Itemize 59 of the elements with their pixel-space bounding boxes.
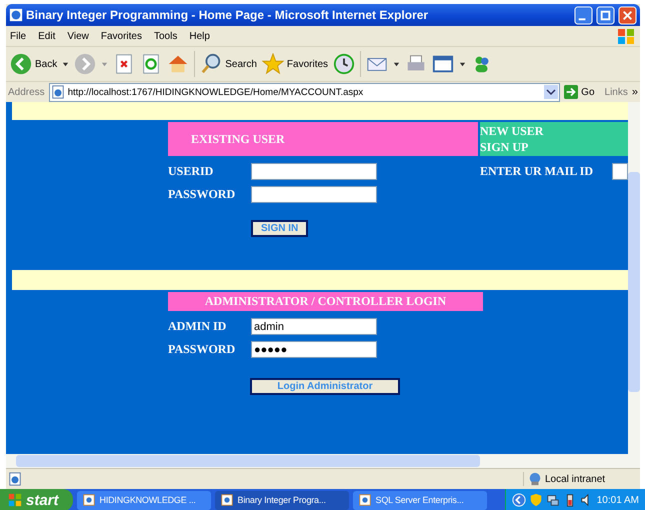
more-links-button[interactable]: » — [632, 86, 638, 98]
field-label: USERID — [168, 164, 214, 179]
address-label: Address — [8, 86, 45, 98]
zone-label: Local intranet — [545, 474, 606, 484]
maximize-icon[interactable] — [596, 6, 615, 24]
go-button[interactable]: Go — [564, 85, 601, 99]
input-field[interactable] — [251, 186, 377, 203]
address-field[interactable]: http://localhost:1767/HIDINGKNOWLEDGE/Home/MYACCOUNT.aspx — [48, 82, 560, 102]
section-title: ADMINISTRATOR / CONTROLLER LOGIN — [204, 294, 446, 309]
start-button[interactable]: start — [0, 489, 73, 510]
field-label: PASSWORD — [168, 342, 236, 357]
back-button[interactable]: Back — [10, 53, 58, 75]
input-field[interactable]: admin — [251, 318, 377, 335]
taskbar-button[interactable]: HIDINGKNOWLEDGE ... — [76, 490, 211, 510]
menu-item[interactable]: View — [67, 30, 89, 42]
taskbar-button[interactable]: SQL Server Enterpris... — [352, 490, 487, 510]
app-icon — [358, 493, 372, 507]
home-icon[interactable] — [167, 53, 190, 75]
clock: 10:01 AM — [596, 494, 639, 506]
globe-icon — [528, 472, 542, 486]
menu-item[interactable]: Edit — [38, 30, 56, 42]
menu-item[interactable]: Favorites — [100, 30, 142, 42]
window-title: Binary Integer Programming - Home Page - Microsoft Internet Explorer — [26, 8, 428, 22]
windows-flag-icon — [8, 493, 22, 507]
favorites-button[interactable]: Favorites — [262, 53, 328, 75]
arrow-icon — [564, 85, 578, 99]
field-label: ENTER UR MAIL ID — [480, 164, 594, 179]
input-field[interactable]: ●●●●● — [251, 341, 377, 358]
caret-icon[interactable] — [62, 60, 70, 68]
page-icon — [50, 85, 65, 99]
network-icon[interactable] — [546, 493, 560, 507]
links-button[interactable]: Links — [604, 86, 628, 98]
horizontal-scrollbar[interactable] — [6, 454, 640, 468]
field-label: PASSWORD — [168, 187, 236, 202]
chevron-icon[interactable] — [512, 493, 526, 507]
history-icon[interactable] — [333, 53, 356, 75]
vertical-scrollbar[interactable] — [628, 102, 640, 454]
taskbar-button[interactable]: Binary Integer Progra... — [214, 490, 349, 510]
windows-flag-icon — [616, 26, 636, 46]
input-field[interactable] — [251, 163, 377, 180]
star-icon — [262, 53, 284, 75]
section-title: NEW USER SIGN UP — [480, 123, 544, 155]
minimize-icon[interactable] — [574, 6, 593, 24]
close-icon[interactable] — [618, 6, 637, 24]
section-title: EXISTING USER — [190, 132, 285, 146]
menu-item[interactable]: Tools — [154, 30, 178, 42]
app-icon — [82, 493, 96, 507]
app-icon — [220, 493, 234, 507]
search-button[interactable]: Search — [200, 53, 257, 75]
input-field[interactable] — [612, 163, 628, 180]
caret-icon[interactable] — [459, 60, 466, 68]
menu-item[interactable]: Help — [189, 30, 210, 42]
menu-item[interactable]: File — [10, 30, 26, 42]
browser-icon — [9, 8, 23, 22]
page-icon — [8, 472, 22, 486]
search-icon — [200, 53, 222, 75]
dropdown-icon[interactable] — [544, 85, 558, 99]
field-label: ADMIN ID — [168, 319, 228, 334]
caret-icon[interactable] — [393, 60, 400, 68]
